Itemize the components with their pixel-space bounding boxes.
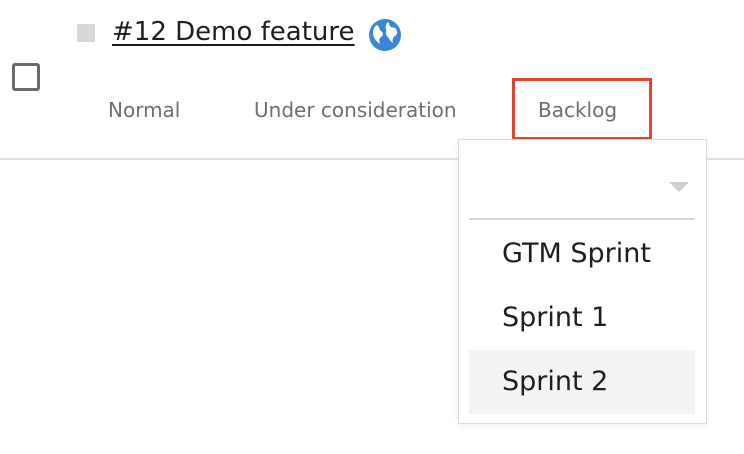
release-options-list: GTM Sprint Sprint 1 Sprint 2 bbox=[469, 222, 695, 414]
release-option-sprint-2[interactable]: Sprint 2 bbox=[469, 350, 695, 414]
feature-color-swatch[interactable] bbox=[77, 24, 95, 42]
release-dropdown: GTM Sprint Sprint 1 Sprint 2 bbox=[458, 139, 707, 424]
select-checkbox[interactable] bbox=[12, 63, 40, 91]
release-option-sprint-1[interactable]: Sprint 1 bbox=[469, 286, 695, 350]
release-option-gtm-sprint[interactable]: GTM Sprint bbox=[469, 222, 695, 286]
globe-icon[interactable] bbox=[368, 18, 402, 52]
feature-title-link[interactable]: #12 Demo feature bbox=[112, 14, 355, 50]
workflow-status-field[interactable]: Under consideration bbox=[254, 96, 457, 124]
caret-down-icon[interactable] bbox=[669, 182, 689, 192]
release-search-input[interactable] bbox=[469, 162, 695, 220]
release-field-highlight bbox=[512, 78, 652, 140]
status-field[interactable]: Normal bbox=[108, 96, 180, 124]
feature-card: #12 Demo feature Normal Under considerat… bbox=[0, 0, 744, 454]
